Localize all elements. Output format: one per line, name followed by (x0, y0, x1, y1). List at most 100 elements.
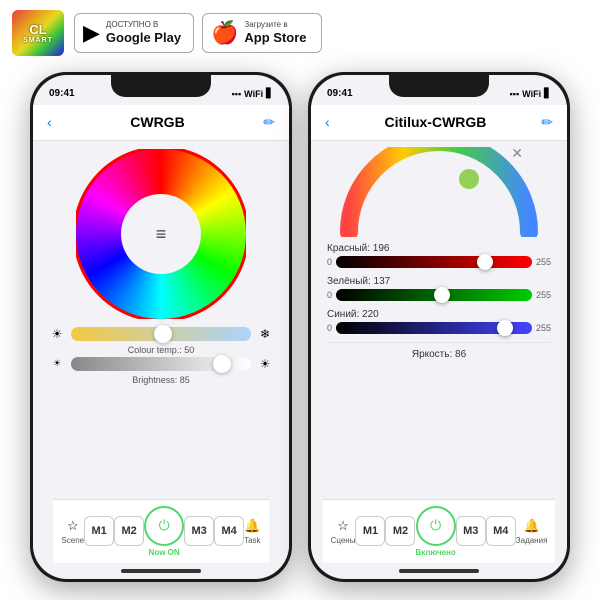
phone-left-inner: 09:41 ▪▪▪ WiFi ▋ ‹ CWRGB ✏ (33, 75, 289, 579)
temp-thumb[interactable] (154, 325, 172, 343)
alarm-icon-right[interactable]: 🔔 (524, 518, 540, 534)
blue-label-text: Синий: 220 (327, 309, 379, 320)
brightness-thumb[interactable] (213, 355, 231, 373)
m4-button-left[interactable]: M4 (214, 516, 244, 546)
scene-group: ☆ Scene (61, 518, 84, 545)
star-icon-right[interactable]: ☆ (337, 518, 349, 534)
phones-container: 09:41 ▪▪▪ WiFi ▋ ‹ CWRGB ✏ (0, 65, 600, 600)
red-label: Красный: 196 (327, 243, 551, 254)
screen-right: ✕ Красный: 196 0 255 (311, 141, 567, 563)
green-track[interactable] (336, 289, 532, 301)
green-max: 255 (536, 290, 551, 300)
cl-logo: CL SMART (12, 10, 64, 56)
blue-thumb[interactable] (497, 320, 513, 336)
home-indicator-left[interactable] (33, 563, 289, 579)
color-wheel-area: ≡ (76, 141, 246, 323)
color-arc-container: ✕ (339, 141, 539, 239)
home-bar-left (121, 569, 201, 573)
red-track-container: 0 255 (327, 256, 551, 268)
nav-title-left: CWRGB (130, 114, 184, 130)
signal-icon-right: ▪▪▪ (510, 89, 520, 99)
m4-button-right[interactable]: M4 (486, 516, 516, 546)
green-label-text: Зелёный: 137 (327, 276, 390, 287)
red-label-text: Красный: 196 (327, 243, 390, 254)
power-label-right: Включено (415, 548, 455, 557)
green-thumb[interactable] (434, 287, 450, 303)
blue-row: Синий: 220 0 255 (327, 309, 551, 334)
red-row: Красный: 196 0 255 (327, 243, 551, 268)
google-play-icon: ▶ (83, 20, 100, 46)
m2-button-right[interactable]: M2 (385, 516, 415, 546)
red-track[interactable] (336, 256, 532, 268)
blue-track[interactable] (336, 322, 532, 334)
red-thumb[interactable] (477, 254, 493, 270)
brightness-track[interactable] (71, 357, 251, 371)
home-bar-right (399, 569, 479, 573)
power-group-right: ⏻ Включено (415, 506, 455, 557)
notch-right (389, 75, 489, 97)
phone-left: 09:41 ▪▪▪ WiFi ▋ ‹ CWRGB ✏ (30, 72, 292, 582)
cl-logo-text: CL (29, 22, 46, 37)
wifi-icon-right: WiFi (522, 89, 541, 99)
alarm-icon-left[interactable]: 🔔 (244, 518, 260, 534)
time-left: 09:41 (49, 88, 75, 99)
edit-icon-right[interactable]: ✏ (541, 114, 553, 131)
scene-label-left: Scene (61, 536, 84, 545)
brightness-label-left: Brightness: 85 (49, 375, 273, 385)
wifi-icon-left: WiFi (244, 89, 263, 99)
sliders-area-left: ☀ ❄ Colour temp.: 50 ☀ ☀ Bri (33, 323, 289, 391)
bottom-buttons-left: ☆ Scene M1 M2 ⏻ Now ON M3 M4 🔔 Task (53, 499, 268, 563)
scene-label-right: Сцены (331, 536, 356, 545)
battery-icon-left: ▋ (266, 88, 273, 99)
google-play-top-text: ДОСТУПНО В (106, 20, 181, 30)
battery-icon-right: ▋ (544, 88, 551, 99)
home-indicator-right[interactable] (311, 563, 567, 579)
google-play-badge[interactable]: ▶ ДОСТУПНО В Google Play (74, 13, 194, 53)
green-row: Зелёный: 137 0 255 (327, 276, 551, 301)
close-icon[interactable]: ✕ (511, 145, 523, 162)
status-icons-right: ▪▪▪ WiFi ▋ (510, 88, 551, 99)
m2-button-left[interactable]: M2 (114, 516, 144, 546)
brightness-row-right: Яркость: 86 (327, 342, 551, 366)
edit-icon-left[interactable]: ✏ (263, 114, 275, 131)
nav-bar-right: ‹ Citilux-CWRGB ✏ (311, 105, 567, 141)
scene-group-right: ☆ Сцены (331, 518, 356, 545)
time-right: 09:41 (327, 88, 353, 99)
m1-button-right[interactable]: M1 (355, 516, 385, 546)
color-wheel-svg[interactable]: ≡ (76, 149, 246, 319)
temp-track[interactable] (71, 327, 251, 341)
power-group-left: ⏻ Now ON (144, 506, 184, 557)
signal-icon-left: ▪▪▪ (232, 89, 242, 99)
phone-right-inner: 09:41 ▪▪▪ WiFi ▋ ‹ Citilux-CWRGB ✏ (311, 75, 567, 579)
color-arc-svg (339, 147, 539, 237)
header-bar: CL SMART ▶ ДОСТУПНО В Google Play 🍎 Загр… (0, 0, 600, 65)
green-track-container: 0 255 (327, 289, 551, 301)
m3-button-right[interactable]: M3 (456, 516, 486, 546)
brightness-slider-row: ☀ ☀ (49, 357, 273, 371)
temp-label: Colour temp.: 50 (49, 345, 273, 355)
phone-right: 09:41 ▪▪▪ WiFi ▋ ‹ Citilux-CWRGB ✏ (308, 72, 570, 582)
nav-bar-left: ‹ CWRGB ✏ (33, 105, 289, 141)
app-store-badge[interactable]: 🍎 Загрузите в App Store (202, 13, 322, 53)
star-icon-left[interactable]: ☆ (67, 518, 79, 534)
app-store-main-text: App Store (244, 30, 306, 46)
task-label-left: Task (244, 536, 260, 545)
sun-dim-icon: ☀ (49, 358, 65, 369)
back-icon-right[interactable]: ‹ (325, 114, 330, 130)
brightness-label-right: Яркость: 86 (327, 349, 551, 360)
screen-left: ≡ ☀ ❄ Colour temp.: (33, 141, 289, 563)
power-button-left[interactable]: ⏻ (144, 506, 184, 546)
m3-button-left[interactable]: M3 (184, 516, 214, 546)
red-max: 255 (536, 257, 551, 267)
app-store-top-text: Загрузите в (244, 20, 306, 30)
apple-icon: 🍎 (211, 20, 238, 46)
power-button-right[interactable]: ⏻ (416, 506, 456, 546)
notch-left (111, 75, 211, 97)
blue-track-container: 0 255 (327, 322, 551, 334)
m1-button-left[interactable]: M1 (84, 516, 114, 546)
green-min: 0 (327, 290, 332, 300)
bottom-buttons-right: ☆ Сцены M1 M2 ⏻ Включено M3 M4 🔔 Задания (323, 499, 556, 563)
blue-max: 255 (536, 323, 551, 333)
back-icon-left[interactable]: ‹ (47, 114, 52, 130)
power-label-left: Now ON (149, 548, 180, 557)
